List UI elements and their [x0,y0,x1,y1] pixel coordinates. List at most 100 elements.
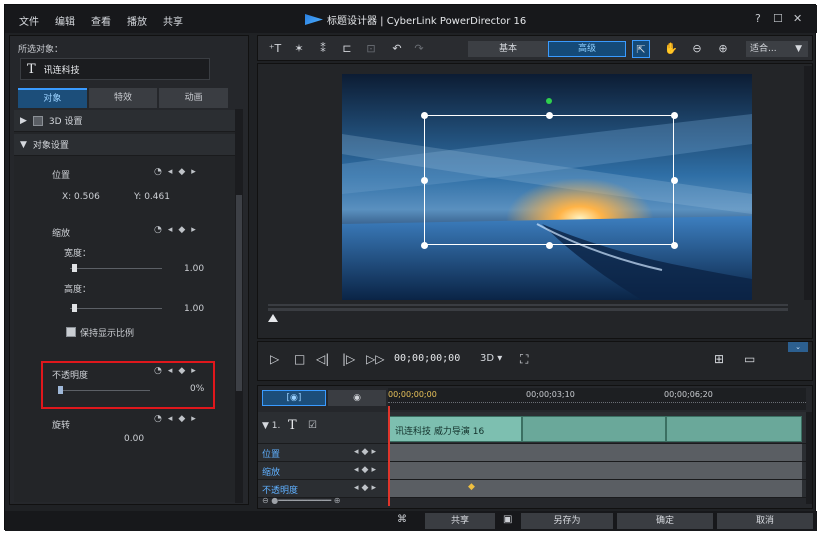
viewer-vscroll[interactable] [804,66,812,300]
safe-zone-icon[interactable]: ▭ [744,352,755,366]
properties-scrollbar-thumb[interactable] [236,195,242,391]
position-y-value[interactable]: Y: 0.461 [134,192,170,202]
position-label: 位置 [52,171,71,181]
save-as-button[interactable]: 另存为 [521,513,613,529]
resize-handle-t[interactable] [546,112,553,119]
viewer-hscroll[interactable] [268,304,788,306]
close-button[interactable]: ✕ [793,12,802,25]
selected-object-field[interactable]: T 讯连科技 [20,58,210,80]
title-clip-segment-2[interactable] [522,416,666,442]
scale-keyframe-lane[interactable] [388,462,802,479]
resize-handle-b[interactable] [546,242,553,249]
track-number[interactable]: ▼ 1. [262,421,280,431]
width-slider[interactable] [70,268,162,269]
resize-handle-tl[interactable] [421,112,428,119]
insert-text-icon[interactable]: ⁺T [266,40,284,58]
menu-edit[interactable]: 编辑 [55,13,75,28]
zoom-out-icon[interactable]: ⊖ [688,40,706,58]
basic-mode-button[interactable]: 基本 [468,41,548,57]
section-3d-settings[interactable]: ▶ 3D 设置 [14,110,240,132]
title-clip-label: 讯连科技 威力导演 16 [395,427,485,437]
menu-play[interactable]: 播放 [127,13,147,28]
properties-scrollbar[interactable] [235,109,243,503]
timeline-vscroll[interactable] [806,412,812,504]
help-button[interactable]: ? [755,12,761,25]
3d-mode-dropdown[interactable]: 3D ▾ [480,353,502,364]
next-frame-icon[interactable]: |▷ [342,352,355,366]
width-value[interactable]: 1.00 [184,264,204,274]
resize-handle-tr[interactable] [671,112,678,119]
cancel-button[interactable]: 取消 [717,513,813,529]
insert-particle-icon[interactable]: ✶ [290,40,308,58]
position-keyframe-lane[interactable] [388,444,802,461]
hand-pan-icon[interactable]: ✋ [662,40,680,58]
rotation-keyframe-controls[interactable]: ◔◂◆▸ [154,414,202,424]
play-icon[interactable]: ▷ [270,352,279,366]
select-pointer-icon[interactable]: ⇱ [632,40,650,58]
resize-handle-l[interactable] [421,177,428,184]
tab-object[interactable]: 对象 [18,88,87,108]
zoom-out-timeline-icon[interactable]: ⊖ ●━━━━━━━━━━━ ⊕ [262,496,340,505]
property-tabs: 对象 特效 动画 [18,88,229,108]
undo-icon[interactable]: ↶ [388,40,406,58]
fullscreen-icon[interactable]: ⛶ [520,352,528,367]
section-object-settings[interactable]: ▼ 对象设置 [14,134,240,156]
maximize-button[interactable]: ☐ [773,12,783,25]
ok-button[interactable]: 确定 [617,513,713,529]
fast-forward-icon[interactable]: ▷▷ [366,352,384,366]
rotate-handle[interactable] [546,98,552,104]
timecode-display[interactable]: 00;00;00;00 [394,353,460,364]
scale-keyframe-nav[interactable]: ◂◆▸ [354,465,379,475]
3d-checkbox[interactable] [32,115,43,126]
height-value[interactable]: 1.00 [184,304,204,314]
menu-view[interactable]: 查看 [91,13,111,28]
resize-handle-bl[interactable] [421,242,428,249]
tab-effects[interactable]: 特效 [88,88,158,108]
resize-handle-r[interactable] [671,177,678,184]
keep-ratio-checkbox[interactable] [66,327,76,337]
previous-frame-icon[interactable]: ◁| [316,352,329,366]
stop-icon[interactable]: □ [294,352,305,366]
grid-lines-icon[interactable]: ⊞ [714,352,724,366]
opacity-keyframe-lane[interactable] [388,480,802,497]
selected-object-label: 所选对象： [18,45,64,55]
opacity-keyframe-diamond[interactable]: ◆ [468,482,475,492]
resize-handle-br[interactable] [671,242,678,249]
scale-keyframe-controls[interactable]: ◔◂◆▸ [154,225,202,235]
insert-shape-icon[interactable]: ⊏ [338,40,356,58]
menu-file[interactable]: 文件 [19,13,39,28]
tab-animation[interactable]: 动画 [159,88,229,108]
preview-canvas[interactable] [342,74,752,300]
text-object-icon: T [27,61,36,77]
height-slider[interactable] [70,308,162,309]
height-slider-thumb[interactable] [72,304,77,312]
timeline-ruler[interactable]: 00;00;00;00 00;00;03;10 00;00;06;20 [388,388,806,410]
title-clip-segment-3[interactable] [666,416,802,442]
title-track-row: ▼ 1. T ☑ 讯连科技 威力导演 16 [258,412,806,444]
zoom-fit-dropdown[interactable]: 适合... ▼ [746,41,808,57]
width-slider-thumb[interactable] [72,264,77,272]
scrubber-thumb[interactable] [268,314,278,322]
preview-viewer [257,63,813,339]
position-keyframe-controls[interactable]: ◔◂◆▸ [154,167,202,177]
advanced-mode-button[interactable]: 高级 [548,41,626,57]
zoom-in-icon[interactable]: ⊕ [714,40,732,58]
insert-background-icon[interactable]: ⊡ [362,40,380,58]
timeline-tab-keyframe[interactable]: ◉ [328,390,386,406]
title-clip[interactable]: 讯连科技 威力导演 16 [388,416,522,442]
share-button[interactable]: 共享 [425,513,495,529]
track-visible-checkbox[interactable]: ☑ [308,420,317,431]
position-keyframe-nav[interactable]: ◂◆▸ [354,447,379,457]
chevron-down-icon[interactable]: ⌄ [788,342,808,352]
timeline-tab-object[interactable]: [◉] [262,390,326,406]
menu-share[interactable]: 共享 [163,13,183,28]
rotation-value[interactable]: 0.00 [124,434,144,444]
chevron-down-icon: ▼ [795,44,802,54]
opacity-keyframe-nav[interactable]: ◂◆▸ [354,483,379,493]
timeline-playhead[interactable] [388,406,390,506]
preview-scrubber[interactable] [268,308,788,311]
selection-bounding-box[interactable] [424,115,674,245]
position-x-value[interactable]: X: 0.506 [62,192,100,202]
insert-image-icon[interactable]: ⁑ [314,40,332,58]
redo-icon[interactable]: ↷ [410,40,428,58]
